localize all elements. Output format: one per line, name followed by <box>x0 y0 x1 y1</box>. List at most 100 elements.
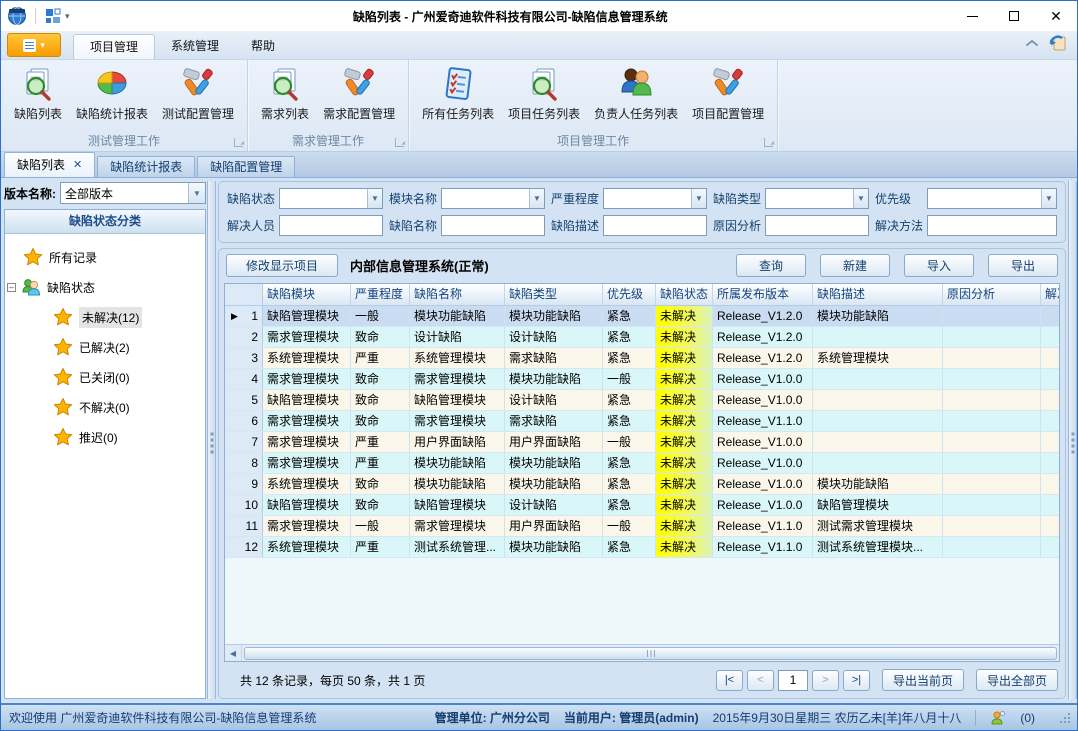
table-row[interactable]: 6需求管理模块致命需求管理模块需求缺陷紧急未解决Release_V1.1.0 <box>225 411 1059 432</box>
column-header-6[interactable]: 所属发布版本 <box>713 284 813 305</box>
ribbon-tab-project-management[interactable]: 项目管理 <box>73 34 155 59</box>
cell-解决方法[interactable] <box>1041 495 1059 515</box>
dialog-launcher-icon[interactable] <box>764 138 773 147</box>
cell-缺陷模块[interactable]: 缺陷管理模块 <box>263 390 351 410</box>
table-row[interactable]: 3系统管理模块严重系统管理模块需求缺陷紧急未解决Release_V1.2.0系统… <box>225 348 1059 369</box>
row-selector[interactable]: 5 <box>225 390 263 410</box>
column-header-3[interactable]: 缺陷类型 <box>505 284 603 305</box>
table-row[interactable]: ▶1缺陷管理模块一般模块功能缺陷模块功能缺陷紧急未解决Release_V1.2.… <box>225 306 1059 327</box>
column-header-0[interactable]: 缺陷模块 <box>263 284 351 305</box>
cell-原因分析[interactable] <box>943 327 1041 347</box>
close-button[interactable]: ✕ <box>1035 1 1077 31</box>
row-selector[interactable]: 8 <box>225 453 263 473</box>
project-tasks-button[interactable]: 项目任务列表 <box>501 63 587 124</box>
table-row[interactable]: 8需求管理模块严重模块功能缺陷模块功能缺陷紧急未解决Release_V1.0.0 <box>225 453 1059 474</box>
cell-缺陷类型[interactable]: 模块功能缺陷 <box>505 453 603 473</box>
doc-tab-defect-stats[interactable]: 缺陷统计报表 <box>97 156 195 177</box>
new-button[interactable]: 新建 <box>820 254 890 277</box>
ribbon-tab-system-management[interactable]: 系统管理 <box>155 34 235 59</box>
row-selector[interactable]: 9 <box>225 474 263 494</box>
column-header-4[interactable]: 优先级 <box>603 284 656 305</box>
cell-解决方法[interactable] <box>1041 390 1059 410</box>
cell-缺陷状态[interactable]: 未解决 <box>656 306 713 326</box>
cell-优先级[interactable]: 紧急 <box>603 495 656 515</box>
project-config-button[interactable]: 项目配置管理 <box>685 63 771 124</box>
chevron-down-icon[interactable]: ▼ <box>1041 189 1056 208</box>
cell-所属发布版本[interactable]: Release_V1.0.0 <box>713 432 813 452</box>
cell-原因分析[interactable] <box>943 348 1041 368</box>
cell-缺陷模块[interactable]: 系统管理模块 <box>263 474 351 494</box>
cell-原因分析[interactable] <box>943 369 1041 389</box>
cell-缺陷描述[interactable]: 系统管理模块 <box>813 348 943 368</box>
cell-严重程度[interactable]: 致命 <box>351 369 410 389</box>
cell-所属发布版本[interactable]: Release_V1.0.0 <box>713 474 813 494</box>
cell-缺陷模块[interactable]: 需求管理模块 <box>263 327 351 347</box>
left-splitter[interactable] <box>207 181 216 699</box>
cell-原因分析[interactable] <box>943 474 1041 494</box>
column-header-7[interactable]: 缺陷描述 <box>813 284 943 305</box>
cell-解决方法[interactable] <box>1041 537 1059 557</box>
filter-dropdown[interactable]: ▼ <box>279 188 383 209</box>
modify-columns-button[interactable]: 修改显示项目 <box>226 254 338 277</box>
cell-缺陷名称[interactable]: 模块功能缺陷 <box>410 453 505 473</box>
cell-缺陷模块[interactable]: 需求管理模块 <box>263 411 351 431</box>
filter-input[interactable] <box>927 215 1057 236</box>
cell-严重程度[interactable]: 严重 <box>351 348 410 368</box>
cell-缺陷状态[interactable]: 未解决 <box>656 432 713 452</box>
cell-原因分析[interactable] <box>943 432 1041 452</box>
cell-缺陷类型[interactable]: 用户界面缺陷 <box>505 432 603 452</box>
requirement-list-button[interactable]: 需求列表 <box>254 63 316 124</box>
cell-所属发布版本[interactable]: Release_V1.1.0 <box>713 537 813 557</box>
tree-item-1[interactable]: –缺陷状态 <box>7 272 203 302</box>
cell-缺陷名称[interactable]: 缺陷管理模块 <box>410 390 505 410</box>
cell-缺陷名称[interactable]: 测试系统管理... <box>410 537 505 557</box>
tree-item-3[interactable]: 已解决(2) <box>7 332 203 362</box>
cell-缺陷名称[interactable]: 缺陷管理模块 <box>410 495 505 515</box>
all-tasks-button[interactable]: 所有任务列表 <box>415 63 501 124</box>
table-row[interactable]: 12系统管理模块严重测试系统管理...模块功能缺陷紧急未解决Release_V1… <box>225 537 1059 558</box>
prev-page-button[interactable]: < <box>747 670 774 691</box>
cell-缺陷状态[interactable]: 未解决 <box>656 390 713 410</box>
cell-严重程度[interactable]: 致命 <box>351 474 410 494</box>
ribbon-tab-help[interactable]: 帮助 <box>235 34 291 59</box>
tree-item-6[interactable]: 推迟(0) <box>7 422 203 452</box>
table-row[interactable]: 2需求管理模块致命设计缺陷设计缺陷紧急未解决Release_V1.2.0 <box>225 327 1059 348</box>
cell-缺陷模块[interactable]: 缺陷管理模块 <box>263 495 351 515</box>
table-row[interactable]: 10缺陷管理模块致命缺陷管理模块设计缺陷紧急未解决Release_V1.0.0缺… <box>225 495 1059 516</box>
cell-原因分析[interactable] <box>943 537 1041 557</box>
filter-dropdown[interactable]: ▼ <box>927 188 1057 209</box>
cell-缺陷描述[interactable]: 模块功能缺陷 <box>813 306 943 326</box>
cell-缺陷模块[interactable]: 需求管理模块 <box>263 516 351 536</box>
export-current-page-button[interactable]: 导出当前页 <box>882 669 964 691</box>
cell-缺陷状态[interactable]: 未解决 <box>656 537 713 557</box>
test-config-button[interactable]: 测试配置管理 <box>155 63 241 124</box>
cell-所属发布版本[interactable]: Release_V1.2.0 <box>713 348 813 368</box>
row-selector[interactable]: 6 <box>225 411 263 431</box>
cell-解决方法[interactable] <box>1041 306 1059 326</box>
cell-缺陷类型[interactable]: 模块功能缺陷 <box>505 474 603 494</box>
table-row[interactable]: 9系统管理模块致命模块功能缺陷模块功能缺陷紧急未解决Release_V1.0.0… <box>225 474 1059 495</box>
row-selector[interactable]: 3 <box>225 348 263 368</box>
cell-优先级[interactable]: 紧急 <box>603 411 656 431</box>
scrollbar-thumb[interactable] <box>244 647 1057 660</box>
cell-严重程度[interactable]: 致命 <box>351 411 410 431</box>
column-header-1[interactable]: 严重程度 <box>351 284 410 305</box>
horizontal-scrollbar[interactable]: ◀ <box>225 644 1059 661</box>
cell-缺陷状态[interactable]: 未解决 <box>656 453 713 473</box>
cell-缺陷描述[interactable] <box>813 390 943 410</box>
cell-缺陷类型[interactable]: 用户界面缺陷 <box>505 516 603 536</box>
cell-严重程度[interactable]: 致命 <box>351 327 410 347</box>
owner-tasks-button[interactable]: 负责人任务列表 <box>587 63 685 124</box>
chevron-down-icon[interactable]: ▼ <box>188 183 205 203</box>
cell-缺陷模块[interactable]: 缺陷管理模块 <box>263 306 351 326</box>
cell-严重程度[interactable]: 致命 <box>351 495 410 515</box>
row-selector[interactable]: ▶1 <box>225 306 263 326</box>
cell-缺陷模块[interactable]: 系统管理模块 <box>263 348 351 368</box>
cell-优先级[interactable]: 一般 <box>603 369 656 389</box>
table-row[interactable]: 7需求管理模块严重用户界面缺陷用户界面缺陷一般未解决Release_V1.0.0 <box>225 432 1059 453</box>
column-header-5[interactable]: 缺陷状态 <box>656 284 713 305</box>
cell-原因分析[interactable] <box>943 495 1041 515</box>
cell-缺陷模块[interactable]: 需求管理模块 <box>263 369 351 389</box>
cell-优先级[interactable]: 紧急 <box>603 306 656 326</box>
maximize-button[interactable] <box>993 1 1035 31</box>
